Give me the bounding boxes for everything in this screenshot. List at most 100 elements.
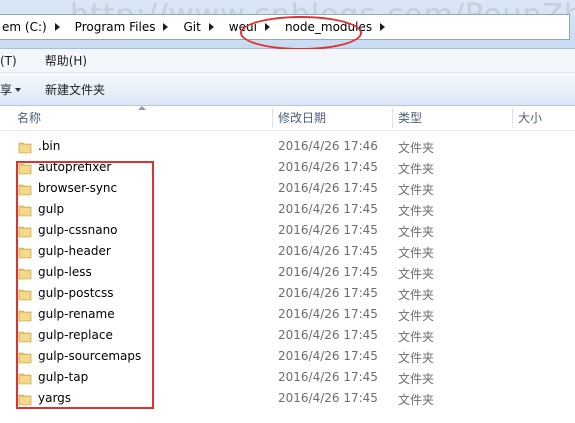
file-name: gulp-cssnano — [38, 223, 118, 237]
file-type: 文件夹 — [398, 267, 435, 281]
explorer-window: http://www.cnblogs.com/PeunZhang/ em (C:… — [0, 0, 575, 423]
list-item[interactable]: autoprefixer 2016/4/26 17:45 文件夹 — [0, 158, 575, 179]
file-type: 文件夹 — [398, 183, 435, 197]
file-name: yargs — [38, 391, 72, 405]
file-modified: 2016/4/26 17:45 — [278, 244, 378, 258]
file-name: gulp — [38, 202, 65, 216]
file-name: gulp-less — [38, 265, 92, 279]
list-item[interactable]: gulp-postcss 2016/4/26 17:45 文件夹 — [0, 284, 575, 305]
chevron-down-icon — [15, 87, 22, 92]
list-item[interactable]: yargs 2016/4/26 17:45 文件夹 — [0, 389, 575, 410]
folder-icon — [18, 289, 32, 301]
list-item[interactable]: gulp-replace 2016/4/26 17:45 文件夹 — [0, 326, 575, 347]
column-header-name[interactable]: 名称 — [17, 106, 41, 130]
column-divider[interactable] — [272, 108, 273, 128]
share-button[interactable]: 享 — [0, 81, 41, 98]
list-item[interactable]: gulp-sourcemaps 2016/4/26 17:45 文件夹 — [0, 347, 575, 368]
file-modified: 2016/4/26 17:45 — [278, 286, 378, 300]
column-header-modified[interactable]: 修改日期 — [278, 106, 326, 130]
column-headers: 名称 修改日期 类型 大小 — [0, 106, 575, 131]
file-type: 文件夹 — [398, 162, 435, 176]
file-type: 文件夹 — [398, 372, 435, 386]
file-type: 文件夹 — [398, 246, 435, 260]
file-name: gulp-rename — [38, 307, 115, 321]
file-name: gulp-postcss — [38, 286, 114, 300]
breadcrumb-label: weui — [228, 20, 257, 34]
list-item[interactable]: gulp-tap 2016/4/26 17:45 文件夹 — [0, 368, 575, 389]
file-modified: 2016/4/26 17:45 — [278, 391, 378, 405]
breadcrumb-label: Git — [183, 20, 201, 34]
file-list: .bin 2016/4/26 17:46 文件夹 autoprefixer 20… — [0, 137, 575, 423]
folder-icon — [18, 163, 32, 175]
folder-icon — [18, 268, 32, 280]
file-type: 文件夹 — [398, 309, 435, 323]
file-modified: 2016/4/26 17:45 — [278, 223, 378, 237]
file-modified: 2016/4/26 17:45 — [278, 349, 378, 363]
column-header-type[interactable]: 类型 — [398, 106, 422, 130]
address-bar: http://www.cnblogs.com/PeunZhang/ em (C:… — [0, 0, 575, 50]
folder-icon — [18, 142, 32, 154]
file-type: 文件夹 — [398, 330, 435, 344]
breadcrumb-label: Program Files — [74, 20, 156, 34]
breadcrumb-weui[interactable]: weui — [223, 15, 279, 39]
file-name: autoprefixer — [38, 160, 112, 174]
list-item[interactable]: gulp-header 2016/4/26 17:45 文件夹 — [0, 242, 575, 263]
file-type: 文件夹 — [398, 351, 435, 365]
file-modified: 2016/4/26 17:45 — [278, 265, 378, 279]
file-type: 文件夹 — [398, 141, 435, 155]
file-modified: 2016/4/26 17:45 — [278, 160, 378, 174]
breadcrumb-label: node_modules — [284, 20, 373, 34]
folder-icon — [18, 310, 32, 322]
folder-icon — [18, 394, 32, 406]
file-name: gulp-header — [38, 244, 111, 258]
folder-icon — [18, 226, 32, 238]
folder-icon — [18, 184, 32, 196]
menu-help[interactable]: 帮助(H) — [25, 52, 95, 69]
new-folder-button[interactable]: 新建文件夹 — [41, 81, 109, 98]
file-name: browser-sync — [38, 181, 118, 195]
column-divider[interactable] — [392, 108, 393, 128]
folder-icon — [18, 331, 32, 343]
file-type: 文件夹 — [398, 288, 435, 302]
breadcrumb-drive[interactable]: em (C:) — [0, 15, 69, 39]
list-item[interactable]: gulp-less 2016/4/26 17:45 文件夹 — [0, 263, 575, 284]
folder-icon — [18, 373, 32, 385]
breadcrumb-arrow-icon[interactable] — [380, 23, 386, 31]
file-modified: 2016/4/26 17:45 — [278, 328, 378, 342]
list-item[interactable]: .bin 2016/4/26 17:46 文件夹 — [0, 137, 575, 158]
breadcrumb-git[interactable]: Git — [177, 15, 222, 39]
column-header-size[interactable]: 大小 — [518, 106, 542, 130]
list-item[interactable]: browser-sync 2016/4/26 17:45 文件夹 — [0, 179, 575, 200]
breadcrumb[interactable]: em (C:) Program Files Git weui node_modu… — [0, 14, 570, 40]
breadcrumb-arrow-icon[interactable] — [54, 23, 60, 31]
file-name: gulp-sourcemaps — [38, 349, 142, 363]
file-type: 文件夹 — [398, 393, 435, 407]
menu-tools[interactable]: (T) — [0, 54, 25, 68]
folder-icon — [18, 247, 32, 259]
file-name: gulp-replace — [38, 328, 113, 342]
breadcrumb-arrow-icon[interactable] — [163, 23, 169, 31]
file-type: 文件夹 — [398, 225, 435, 239]
list-item[interactable]: gulp 2016/4/26 17:45 文件夹 — [0, 200, 575, 221]
file-name: gulp-tap — [38, 370, 89, 384]
folder-icon — [18, 205, 32, 217]
breadcrumb-program-files[interactable]: Program Files — [69, 15, 178, 39]
list-item[interactable]: gulp-cssnano 2016/4/26 17:45 文件夹 — [0, 221, 575, 242]
breadcrumb-arrow-icon[interactable] — [208, 23, 214, 31]
file-modified: 2016/4/26 17:45 — [278, 202, 378, 216]
breadcrumb-node-modules[interactable]: node_modules — [279, 15, 394, 39]
column-divider[interactable] — [512, 108, 513, 128]
folder-icon — [18, 352, 32, 364]
file-modified: 2016/4/26 17:45 — [278, 181, 378, 195]
sort-ascending-icon — [138, 106, 146, 110]
file-modified: 2016/4/26 17:46 — [278, 139, 378, 153]
command-bar: 享 新建文件夹 — [0, 73, 575, 106]
file-name: .bin — [38, 139, 61, 153]
share-button-label: 享 — [0, 82, 13, 97]
file-type: 文件夹 — [398, 204, 435, 218]
breadcrumb-arrow-icon[interactable] — [264, 23, 270, 31]
menu-bar: (T) 帮助(H) — [0, 49, 575, 73]
breadcrumb-label: em (C:) — [2, 20, 47, 34]
file-modified: 2016/4/26 17:45 — [278, 307, 378, 321]
list-item[interactable]: gulp-rename 2016/4/26 17:45 文件夹 — [0, 305, 575, 326]
